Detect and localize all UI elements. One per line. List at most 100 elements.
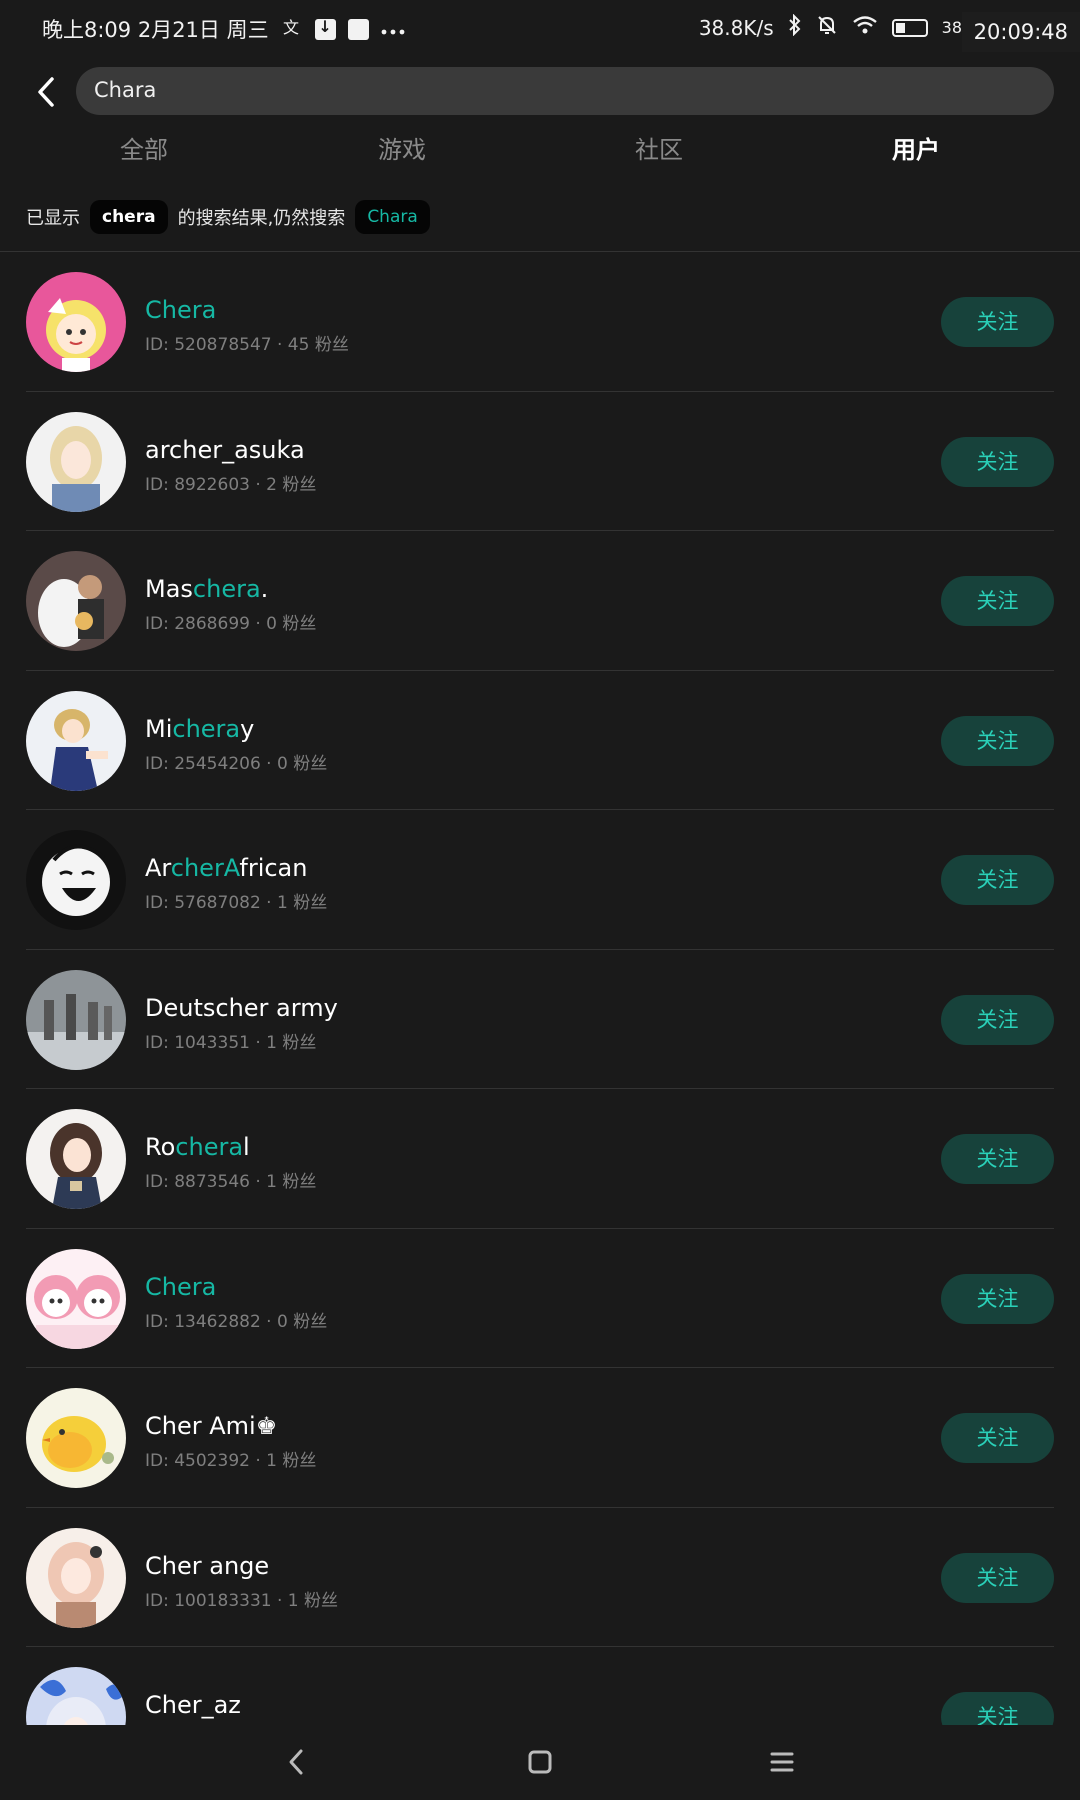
status-bar-left: 晚上8:09 2月21日 周三 文 <box>42 14 405 44</box>
user-name-part: Cher Ami♚ <box>145 1412 278 1440</box>
user-name-part: Cher_az <box>145 1691 241 1719</box>
status-bar-right: 38.8K/s 38 <box>698 13 962 41</box>
tab-games[interactable]: 游戏 <box>322 130 482 165</box>
user-row[interactable]: archer_asuka ID: 8922603 · 2 粉丝 关注 <box>0 392 1080 531</box>
photo-soldiers-icon[interactable] <box>26 969 126 1070</box>
user-name[interactable]: Cher ange <box>145 1552 269 1580</box>
hint-prefix: 已显示 <box>26 208 80 229</box>
nav-back-icon <box>289 1749 303 1775</box>
search-correction-hint: 已显示 chera 的搜索结果,仍然搜索 Chara <box>26 200 440 234</box>
user-meta: ID: 13462882 · 0 粉丝 <box>145 1311 328 1332</box>
translate-icon: 文 <box>281 16 303 43</box>
user-name[interactable]: Maschera. <box>145 575 268 603</box>
anime-blue-butterfly-icon[interactable] <box>26 1667 126 1725</box>
net-speed: 38.8K/s <box>698 15 774 40</box>
follow-button[interactable]: 关注 <box>941 297 1054 347</box>
user-meta: ID: 1043351 · 1 粉丝 <box>145 1032 317 1053</box>
more-dots-icon <box>381 17 405 41</box>
user-result-list: Chera ID: 520878547 · 45 粉丝 关注 archer_asuka… <box>0 252 1080 1725</box>
user-name-match: chera <box>175 1133 244 1161</box>
user-row[interactable]: Chera ID: 520878547 · 45 粉丝 关注 <box>0 252 1080 392</box>
user-name-part: Mas <box>145 575 193 603</box>
user-row[interactable]: Cher ange ID: 100183331 · 1 粉丝 关注 <box>0 1508 1080 1647</box>
system-nav-bar <box>0 1725 1080 1800</box>
search-query: Chara <box>94 78 157 102</box>
user-row[interactable]: Cher Ami♚ ID: 4502392 · 1 粉丝 关注 <box>0 1368 1080 1508</box>
battery-level: 38 <box>941 18 962 37</box>
anime-blonde-girl-icon[interactable] <box>26 411 126 512</box>
yellow-chick-icon[interactable] <box>26 1388 126 1488</box>
user-meta: ID: 8873546 · 1 粉丝 <box>145 1172 317 1192</box>
user-name-part: Cher ange <box>145 1551 270 1580</box>
user-row[interactable]: Maschera. ID: 2868699 · 0 粉丝 关注 <box>0 531 1080 671</box>
user-row[interactable]: Rocheral ID: 8873546 · 1 粉丝 关注 <box>0 1089 1080 1229</box>
user-name[interactable]: Chera <box>145 296 216 324</box>
tab-users[interactable]: 用户 <box>836 130 996 166</box>
user-name-part: Mi <box>145 714 173 743</box>
user-meta: ID: 8922603 · 2 粉丝 <box>145 474 317 495</box>
user-name[interactable]: archer_asuka <box>145 436 305 464</box>
follow-button[interactable]: 关注 <box>941 715 1054 766</box>
follow-button[interactable]: 关注 <box>941 994 1054 1045</box>
search-input[interactable]: Chara <box>76 67 1054 115</box>
user-name-match: chera <box>192 575 261 603</box>
battery-icon <box>891 18 928 37</box>
nav-menu-icon <box>770 1752 794 1772</box>
user-row[interactable]: Micheray ID: 25454206 · 0 粉丝 关注 <box>0 671 1080 810</box>
anime-pink-hair-girl-icon[interactable] <box>26 1527 126 1628</box>
status-date-time: 晚上8:09 2月21日 周三 <box>42 18 269 42</box>
anime-boy-blue-coat-icon[interactable] <box>26 690 126 791</box>
follow-button[interactable]: 关注 <box>941 1552 1054 1603</box>
bell-muted-icon <box>816 14 838 41</box>
user-name[interactable]: Cher_az <box>145 1691 241 1719</box>
user-name-match: Chera <box>145 296 217 324</box>
user-row[interactable]: Cher_az 关注 <box>0 1647 1080 1725</box>
user-row[interactable]: ArcherAfrican ID: 57687082 · 1 粉丝 关注 <box>0 810 1080 950</box>
user-meta: ID: 4502392 · 1 粉丝 <box>145 1451 317 1471</box>
follow-button[interactable]: 关注 <box>941 1134 1054 1184</box>
user-name-match: chera <box>172 714 241 743</box>
nav-home-button[interactable] <box>510 1737 570 1787</box>
corrected-term-chip: chera <box>90 200 168 234</box>
user-name[interactable]: Chera <box>145 1273 216 1301</box>
user-name-part: y <box>240 714 255 743</box>
anime-brown-hair-girl-icon[interactable] <box>26 1109 126 1209</box>
chevron-left-icon <box>38 77 54 107</box>
follow-button[interactable]: 关注 <box>941 436 1054 487</box>
search-tabs: 全部 游戏 社区 用户 <box>0 130 1080 180</box>
user-name-part: frican <box>239 854 308 882</box>
user-name[interactable]: Rocheral <box>145 1133 250 1161</box>
tab-all[interactable]: 全部 <box>64 130 224 165</box>
user-meta: ID: 520878547 · 45 粉丝 <box>145 335 349 355</box>
user-name-part: Ro <box>145 1133 176 1161</box>
user-name[interactable]: ArcherAfrican <box>145 854 307 882</box>
search-original-term-link[interactable]: Chara <box>355 200 430 234</box>
user-row[interactable]: Deutscher army ID: 1043351 · 1 粉丝 关注 <box>0 950 1080 1089</box>
user-meta: ID: 57687082 · 1 粉丝 <box>145 893 328 913</box>
svg-text:文: 文 <box>283 18 299 37</box>
tab-community[interactable]: 社区 <box>579 130 739 165</box>
follow-button[interactable]: 关注 <box>941 576 1054 626</box>
chibi-pink-twins-icon[interactable] <box>26 1248 126 1349</box>
user-name-part: Ar <box>145 854 171 882</box>
user-name-match: cherA <box>170 854 240 882</box>
user-meta: ID: 2868699 · 0 粉丝 <box>145 614 317 634</box>
follow-button[interactable]: 关注 <box>941 1413 1054 1463</box>
nav-back-button[interactable] <box>266 1737 326 1787</box>
follow-button[interactable]: 关注 <box>941 855 1054 905</box>
back-button[interactable] <box>26 72 66 112</box>
manga-laughing-face-icon[interactable] <box>26 830 126 930</box>
user-name-match: Chera <box>145 1272 217 1301</box>
follow-button[interactable]: 关注 <box>941 1692 1054 1725</box>
nav-menu-button[interactable] <box>752 1737 812 1787</box>
anime-yellow-hair-icon[interactable] <box>26 272 126 372</box>
user-row[interactable]: Chera ID: 13462882 · 0 粉丝 关注 <box>0 1229 1080 1368</box>
follow-button[interactable]: 关注 <box>941 1273 1054 1324</box>
user-name[interactable]: Micheray <box>145 715 254 743</box>
user-name[interactable]: Deutscher army <box>145 994 338 1022</box>
status-bar: 晚上8:09 2月21日 周三 文 38.8K/s 38 20:09:48 <box>0 0 1080 56</box>
user-name-part: archer_asuka <box>145 435 305 464</box>
photo-wedding-icon[interactable] <box>26 551 126 651</box>
user-name[interactable]: Cher Ami♚ <box>145 1412 277 1440</box>
user-name-part: l <box>243 1133 250 1161</box>
